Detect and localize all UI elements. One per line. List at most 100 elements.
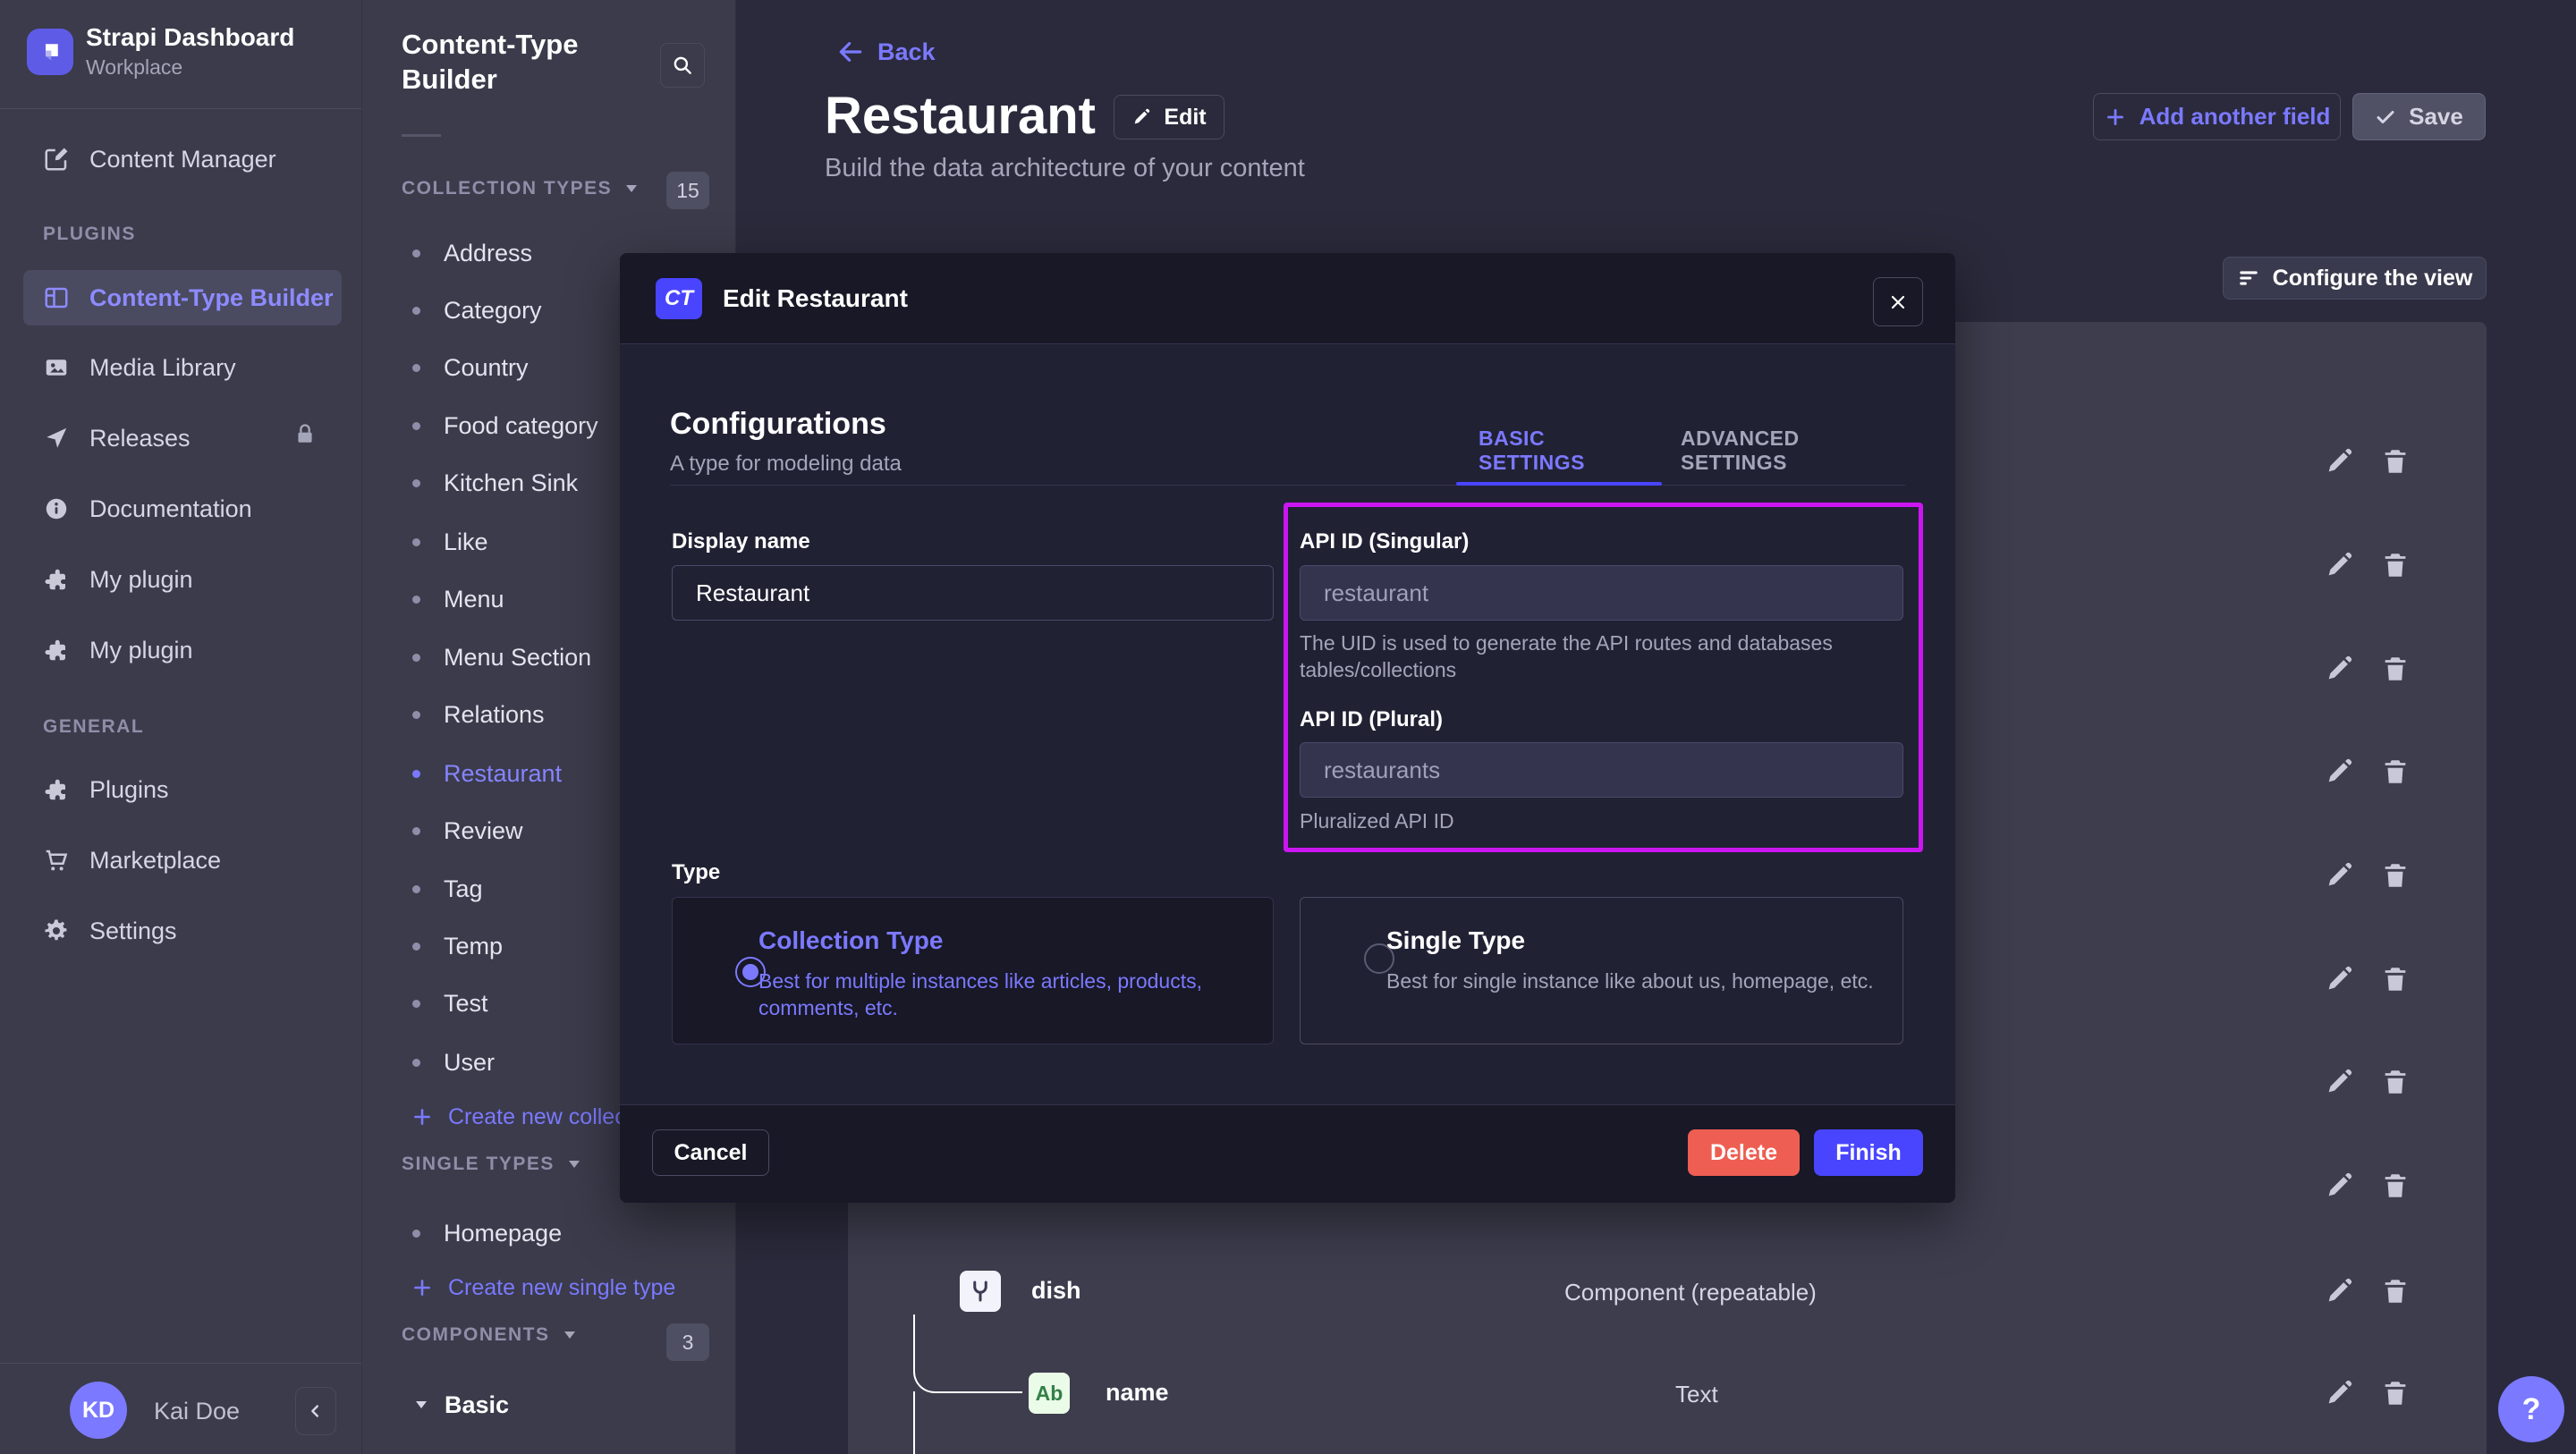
edit-field-button[interactable]: [2324, 860, 2354, 891]
plus-icon: [411, 1105, 434, 1129]
display-name-input[interactable]: [672, 565, 1274, 621]
edit-field-button[interactable]: [2324, 1067, 2354, 1097]
edit-field-button[interactable]: [2324, 964, 2354, 994]
sidebar-item-marketplace[interactable]: Marketplace: [23, 832, 342, 889]
collection-type-item[interactable]: Category: [412, 282, 542, 339]
collection-type-card[interactable]: Collection Type Best for multiple instan…: [672, 897, 1274, 1044]
collection-type-item-active[interactable]: Restaurant: [412, 745, 562, 802]
sidebar-item-my-plugin-2[interactable]: My plugin: [23, 621, 342, 679]
bullet-icon: [412, 885, 420, 893]
collection-type-item[interactable]: User: [412, 1034, 495, 1091]
annotation-highlight-rect: [1284, 503, 1923, 852]
item-label: Relations: [444, 701, 545, 729]
edit-field-button[interactable]: [2324, 550, 2354, 580]
collection-count-badge: 15: [666, 172, 709, 209]
delete-button[interactable]: Delete: [1688, 1129, 1800, 1176]
collection-type-item[interactable]: Country: [412, 339, 529, 396]
tab-advanced-settings[interactable]: ADVANCED SETTINGS: [1681, 436, 1883, 465]
close-button[interactable]: [1873, 277, 1923, 326]
single-type-item[interactable]: Homepage: [412, 1205, 562, 1262]
single-type-title: Single Type: [1386, 926, 1525, 955]
components-header[interactable]: COMPONENTS: [402, 1324, 577, 1346]
collapse-sidebar-button[interactable]: [295, 1387, 336, 1435]
finish-button[interactable]: Finish: [1814, 1129, 1923, 1176]
single-type-description: Best for single instance like about us, …: [1386, 968, 1874, 994]
delete-field-button[interactable]: [2380, 550, 2411, 580]
delete-field-button[interactable]: [2380, 757, 2411, 787]
create-single-type-link[interactable]: Create new single type: [411, 1263, 675, 1313]
edit-field-button[interactable]: [2324, 446, 2354, 477]
sidebar-item-documentation[interactable]: Documentation: [23, 480, 342, 537]
edit-field-button[interactable]: [2324, 1171, 2354, 1201]
bullet-icon: [412, 479, 420, 487]
search-button[interactable]: [660, 43, 705, 88]
item-label: Temp: [444, 933, 503, 960]
edit-field-button[interactable]: [2324, 757, 2354, 787]
content-type-badge: CT: [656, 278, 702, 319]
edit-field-button[interactable]: [2324, 654, 2354, 684]
sidebar-item-settings[interactable]: Settings: [23, 902, 342, 959]
bullet-icon: [412, 364, 420, 372]
help-button[interactable]: ?: [2498, 1376, 2564, 1442]
group-label: Basic: [445, 1391, 509, 1419]
delete-field-button[interactable]: [2380, 654, 2411, 684]
edit-button[interactable]: Edit: [1114, 95, 1224, 139]
components-label: COMPONENTS: [402, 1324, 550, 1346]
edit-field-button[interactable]: [2324, 1378, 2354, 1408]
configure-view-button[interactable]: Configure the view: [2223, 257, 2487, 300]
delete-field-button[interactable]: [2380, 964, 2411, 994]
collection-type-item[interactable]: Temp: [412, 917, 503, 975]
collection-type-item[interactable]: Food category: [412, 397, 598, 454]
delete-field-button[interactable]: [2380, 860, 2411, 891]
delete-field-button[interactable]: [2380, 446, 2411, 477]
delete-field-button[interactable]: [2380, 1067, 2411, 1097]
strapi-logo[interactable]: [27, 29, 73, 75]
single-types-header[interactable]: SINGLE TYPES: [402, 1154, 581, 1175]
sidebar-item-content-manager[interactable]: Content Manager: [23, 131, 342, 188]
avatar[interactable]: KD: [70, 1382, 127, 1439]
bullet-icon: [412, 307, 420, 315]
app-sidebar: Strapi Dashboard Workplace Content Manag…: [0, 0, 361, 1454]
divider: [0, 108, 361, 109]
delete-field-button[interactable]: [2380, 1276, 2411, 1306]
bullet-icon: [412, 538, 420, 546]
item-label: Like: [444, 528, 488, 556]
bullet-icon: [412, 827, 420, 835]
component-group-basic[interactable]: Basic: [414, 1376, 509, 1433]
collection-type-item[interactable]: Kitchen Sink: [412, 454, 578, 511]
collection-type-item[interactable]: Review: [412, 802, 523, 859]
back-link[interactable]: Back: [836, 38, 936, 66]
type-label: Type: [672, 860, 720, 885]
plus-icon: [411, 1276, 434, 1299]
tab-basic-settings[interactable]: BASIC SETTINGS: [1479, 436, 1636, 465]
collection-types-header[interactable]: COLLECTION TYPES: [402, 178, 639, 199]
modal-footer: Cancel Delete Finish: [620, 1104, 1955, 1203]
collection-type-item[interactable]: Relations: [412, 686, 545, 743]
collection-type-item[interactable]: Address: [412, 224, 532, 282]
add-another-field-button[interactable]: Add another field: [2093, 93, 2341, 140]
bullet-icon: [412, 711, 420, 719]
collection-type-item[interactable]: Like: [412, 513, 488, 571]
user-name: Kai Doe: [154, 1398, 240, 1425]
sidebar-item-plugins[interactable]: Plugins: [23, 761, 342, 818]
collection-type-item[interactable]: Test: [412, 975, 488, 1032]
collection-type-item[interactable]: Menu Section: [412, 629, 591, 686]
plus-icon: [2104, 106, 2127, 129]
collection-type-item[interactable]: Tag: [412, 860, 483, 917]
sidebar-item-content-type-builder[interactable]: Content-Type Builder: [23, 270, 342, 325]
sidebar-item-my-plugin[interactable]: My plugin: [23, 551, 342, 608]
delete-field-button[interactable]: [2380, 1171, 2411, 1201]
item-label: Address: [444, 240, 532, 267]
collection-type-item[interactable]: Menu: [412, 571, 504, 628]
divider: [402, 134, 441, 137]
modal-title: Edit Restaurant: [723, 253, 908, 344]
general-section-header: GENERAL: [43, 716, 144, 738]
delete-field-button[interactable]: [2380, 1378, 2411, 1408]
save-button[interactable]: Save: [2352, 93, 2486, 140]
cancel-button[interactable]: Cancel: [652, 1129, 769, 1176]
workspace-label: Workplace: [86, 55, 182, 80]
single-type-card[interactable]: Single Type Best for single instance lik…: [1300, 897, 1903, 1044]
paper-plane-icon: [43, 425, 70, 452]
edit-field-button[interactable]: [2324, 1276, 2354, 1306]
sidebar-item-media-library[interactable]: Media Library: [23, 339, 342, 396]
